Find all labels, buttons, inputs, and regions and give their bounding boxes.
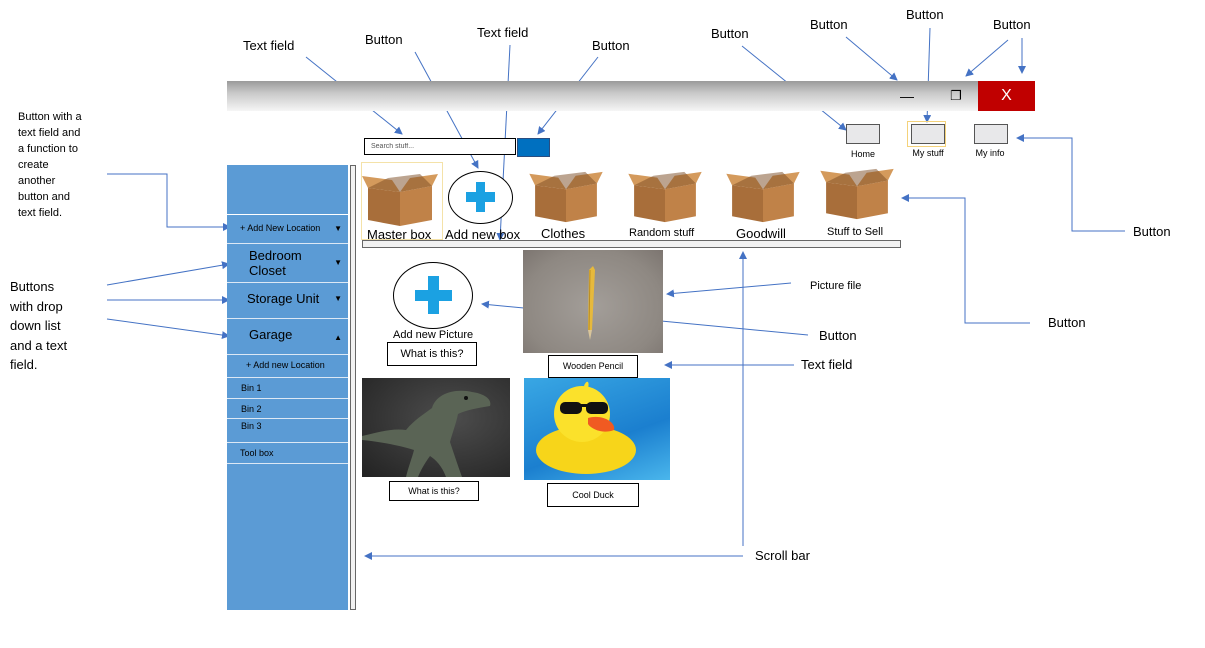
goodwill-label: Goodwill	[736, 226, 786, 241]
chevron-down-icon: ▼	[334, 258, 342, 267]
note-line: Button with a	[18, 111, 82, 123]
minimize-button[interactable]: —	[885, 81, 929, 111]
sidebar-item-label: Bedroom Closet	[249, 248, 302, 278]
note-line: text field.	[18, 207, 63, 219]
duck-picture	[524, 378, 670, 480]
my-stuff-button[interactable]	[911, 124, 945, 144]
add-new-box-label: Add new box	[445, 227, 521, 242]
sidebar-item-label: Bin 1	[241, 383, 262, 393]
plus-icon	[415, 290, 452, 301]
horizontal-scrollbar[interactable]	[362, 240, 901, 248]
my-info-button[interactable]	[974, 124, 1008, 144]
annotation-add-location-note: Button with a text field and a function …	[18, 109, 82, 221]
note-line: a function to	[18, 143, 78, 155]
label-line: Closet	[249, 263, 286, 278]
annotation-text-field: Text field	[243, 38, 295, 53]
annotation-scroll-bar: Scroll bar	[755, 548, 810, 563]
annotation-button: Button	[906, 7, 944, 22]
box-icon[interactable]	[624, 168, 706, 224]
note-line: with drop	[10, 298, 63, 314]
restore-button[interactable]: ❐	[934, 81, 978, 111]
close-button[interactable]: X	[978, 81, 1035, 111]
sidebar-item-label: Tool box	[240, 448, 274, 458]
dinosaur-picture	[362, 378, 510, 477]
add-new-box-button[interactable]	[448, 171, 513, 224]
sidebar-item-label: Garage	[249, 327, 293, 342]
note-line: and a text	[10, 337, 68, 353]
annotation-text-field: Text field	[801, 357, 853, 372]
what-is-this-field[interactable]: What is this?	[389, 481, 479, 501]
box-icon[interactable]	[816, 165, 898, 221]
random-stuff-label: Random stuff	[629, 227, 695, 239]
home-label: Home	[850, 149, 875, 159]
sidebar-item-bin-1[interactable]: Bin 1	[227, 377, 348, 398]
what-is-this-field[interactable]: What is this?	[387, 342, 477, 366]
note-line: Buttons	[10, 279, 55, 294]
annotation-button: Button	[1048, 315, 1086, 330]
annotation-button: Button	[810, 17, 848, 32]
stuff-to-sell-label: Stuff to Sell	[827, 226, 884, 238]
note-line: text field and	[18, 127, 81, 139]
sidebar-item-label: Storage Unit	[247, 291, 320, 306]
wooden-pencil-field[interactable]: Wooden Pencil	[548, 355, 638, 378]
add-new-picture-button[interactable]	[393, 262, 473, 329]
box-icon	[362, 174, 438, 226]
sidebar-item-label: Bin 3	[241, 421, 262, 431]
search-button[interactable]	[517, 138, 550, 157]
annotation-dropdown-note: Buttons with drop down list and a text f…	[10, 277, 67, 375]
pencil-image	[588, 266, 595, 340]
sidebar-item-garage[interactable]: Garage ▲	[227, 318, 348, 353]
plus-icon	[466, 192, 495, 202]
note-line: another	[18, 175, 56, 187]
box-icon[interactable]	[722, 168, 804, 224]
home-button[interactable]	[846, 124, 880, 144]
arrow-add-location	[107, 173, 231, 231]
note-line: create	[18, 159, 49, 171]
search-input[interactable]	[364, 138, 516, 155]
note-line: field.	[10, 357, 38, 372]
annotation-button: Button	[711, 26, 749, 41]
clothes-label: Clothes	[541, 226, 586, 241]
arrow-my-info	[1016, 134, 1125, 232]
arrow-bedroom	[106, 261, 230, 286]
chevron-down-icon: ▼	[334, 294, 342, 303]
sidebar-item-label: Bin 2	[241, 404, 262, 414]
sidebar-item-bedroom-closet[interactable]: Bedroom Closet ▼	[227, 243, 348, 281]
box-icon[interactable]	[525, 168, 607, 224]
sidebar-add-new-location-sub[interactable]: + Add new Location	[227, 354, 348, 375]
annotation-text-field: Text field	[477, 25, 529, 40]
annotation-button: Button	[993, 17, 1031, 32]
sidebar-item-bin-2[interactable]: Bin 2	[227, 398, 348, 418]
master-box-label: Master box	[367, 227, 432, 242]
chevron-up-icon: ▲	[334, 333, 342, 342]
note-line: down list	[10, 318, 61, 333]
dinosaur-image	[362, 390, 491, 477]
vertical-scrollbar[interactable]	[350, 165, 356, 610]
cool-duck-field[interactable]: Cool Duck	[547, 483, 639, 507]
label-line: Bedroom	[249, 248, 302, 263]
sidebar-item-label: + Add new Location	[246, 360, 325, 370]
sidebar-item-tool-box[interactable]: Tool box	[227, 442, 348, 464]
annotation-button: Button	[592, 38, 630, 53]
pencil-picture	[523, 250, 663, 353]
add-new-picture-label: Add new Picture	[393, 329, 474, 341]
sidebar-item-bin-3[interactable]: Bin 3	[227, 418, 348, 440]
annotation-button: Button	[1133, 224, 1171, 239]
sidebar-item-label: + Add New Location	[240, 223, 321, 233]
rubber-duck-image	[536, 381, 636, 474]
chevron-down-icon: ▼	[334, 224, 342, 233]
annotation-picture-file: Picture file	[810, 280, 862, 292]
arrow-minimize	[845, 36, 898, 81]
my-stuff-label: My stuff	[912, 148, 944, 158]
annotation-button: Button	[365, 32, 403, 47]
my-info-label: My info	[975, 148, 1005, 158]
arrow-garage	[106, 318, 230, 339]
sidebar-add-new-location[interactable]: + Add New Location ▼	[227, 214, 348, 241]
annotation-button: Button	[819, 328, 857, 343]
sidebar-item-storage-unit[interactable]: Storage Unit ▼	[227, 282, 348, 315]
arrow-picture-file	[666, 282, 792, 298]
arrow-stuff-to-sell	[901, 194, 1030, 324]
arrow-restore	[965, 39, 1009, 77]
note-line: button and	[18, 191, 70, 203]
